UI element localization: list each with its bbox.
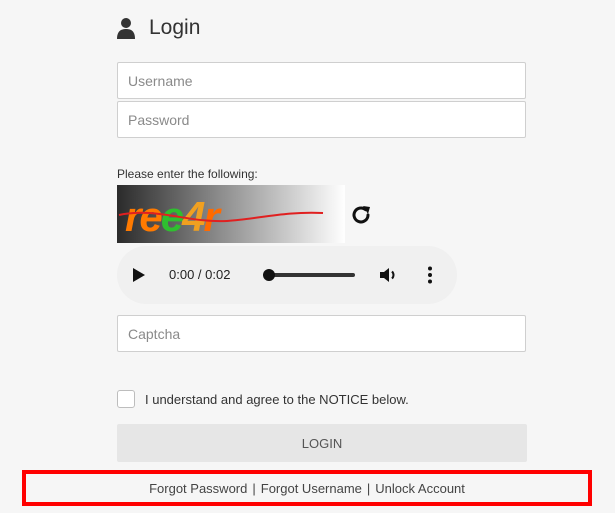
- play-icon[interactable]: [133, 268, 145, 282]
- forgot-password-link[interactable]: Forgot Password: [149, 481, 247, 496]
- more-options-icon[interactable]: [427, 266, 433, 284]
- user-icon: [117, 18, 135, 39]
- captcha-image: ree4r: [117, 185, 345, 243]
- account-links-highlight: Forgot Password | Forgot Username | Unlo…: [22, 470, 592, 506]
- audio-time: 0:00 / 0:02: [169, 267, 231, 282]
- password-input[interactable]: [117, 101, 526, 138]
- captcha-prompt: Please enter the following:: [117, 167, 258, 181]
- login-button[interactable]: LOGIN: [117, 424, 527, 462]
- link-separator: |: [252, 480, 256, 496]
- volume-icon[interactable]: [379, 265, 399, 285]
- audio-progress-track[interactable]: [267, 273, 355, 277]
- forgot-username-link[interactable]: Forgot Username: [261, 481, 362, 496]
- page-title: Login: [149, 16, 201, 39]
- unlock-account-link[interactable]: Unlock Account: [375, 481, 465, 496]
- agree-checkbox[interactable]: [117, 390, 135, 408]
- username-input[interactable]: [117, 62, 526, 99]
- agree-label: I understand and agree to the NOTICE bel…: [145, 391, 409, 407]
- login-header: Login: [117, 16, 200, 40]
- audio-player[interactable]: 0:00 / 0:02: [117, 246, 457, 304]
- audio-progress-knob[interactable]: [263, 269, 275, 281]
- refresh-captcha-icon[interactable]: [349, 203, 373, 227]
- agree-row: I understand and agree to the NOTICE bel…: [117, 390, 409, 408]
- login-page: Login Please enter the following: ree4r …: [0, 0, 615, 513]
- link-separator: |: [366, 480, 371, 496]
- captcha-input[interactable]: [117, 315, 526, 352]
